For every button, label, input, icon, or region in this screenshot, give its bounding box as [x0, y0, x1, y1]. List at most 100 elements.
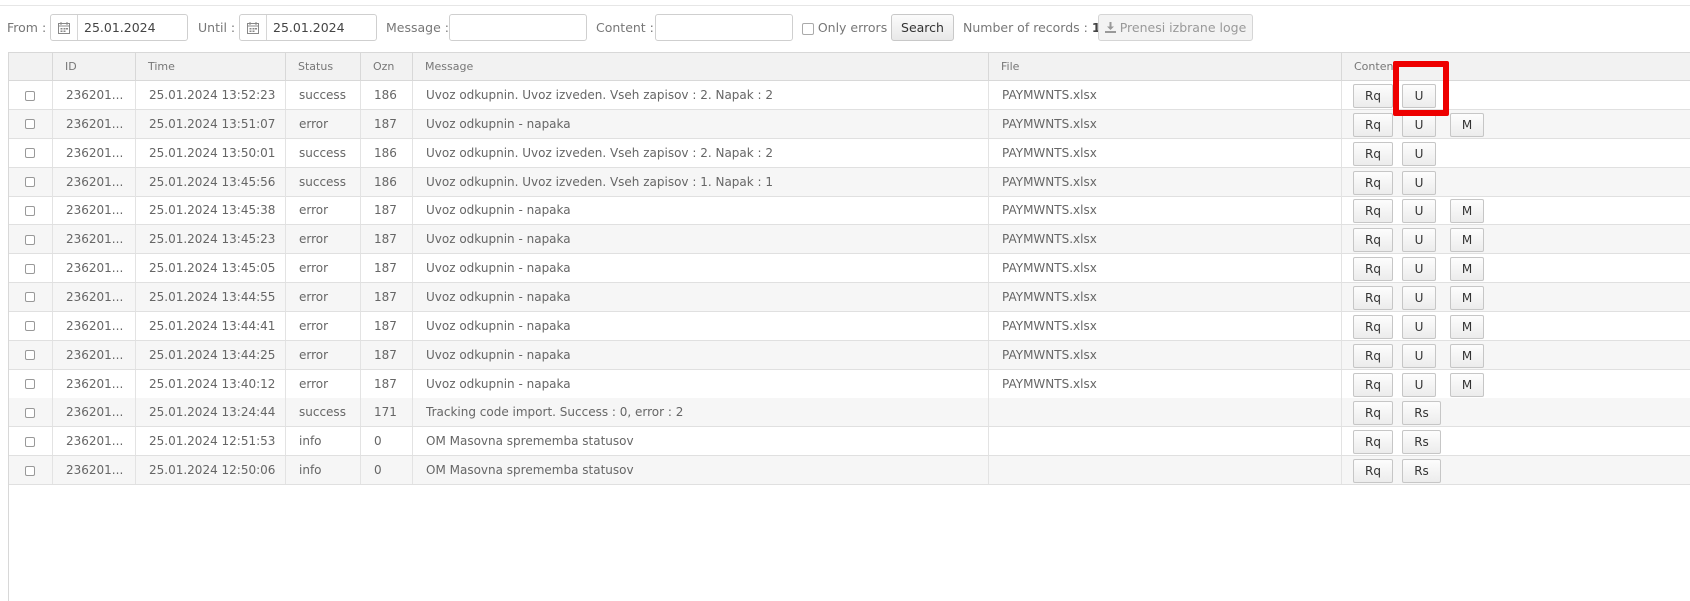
row-select-cell[interactable] — [9, 311, 53, 340]
from-date-field[interactable]: 25.01.2024 — [50, 14, 188, 41]
table-row[interactable]: 236201... 25.01.2024 13:40:12 error 187 Uvoz… — [9, 369, 1690, 399]
content-u-button[interactable]: U — [1402, 141, 1436, 166]
row-select-cell[interactable] — [9, 196, 53, 225]
content-rq-button[interactable]: Rq — [1353, 141, 1393, 166]
row-select-cell[interactable] — [9, 138, 53, 167]
content-rq-button[interactable]: Rq — [1353, 257, 1393, 282]
download-logs-button[interactable]: Prenesi izbrane loge — [1098, 14, 1253, 41]
table-row[interactable]: 236201... 25.01.2024 13:45:38 error 187 Uvoz… — [9, 196, 1690, 226]
row-select-cell[interactable] — [9, 282, 53, 311]
row-select-cell[interactable] — [9, 167, 53, 196]
table-row[interactable]: 236201... 25.01.2024 13:44:25 error 187 Uvoz… — [9, 340, 1690, 370]
message-input[interactable] — [449, 14, 587, 41]
until-date-field[interactable]: 25.01.2024 — [239, 14, 377, 41]
content-m-button[interactable]: M — [1450, 343, 1484, 368]
header-id[interactable]: ID — [53, 53, 136, 80]
row-checkbox[interactable] — [25, 465, 35, 476]
header-message[interactable]: Message — [413, 53, 989, 80]
row-select-cell[interactable] — [9, 398, 53, 427]
from-label: From : — [7, 20, 47, 35]
search-button[interactable]: Search — [891, 14, 954, 41]
content-rq-button[interactable]: Rq — [1353, 459, 1393, 484]
content-u-button[interactable]: U — [1402, 228, 1436, 253]
until-date-value[interactable]: 25.01.2024 — [267, 15, 345, 40]
content-u-button[interactable]: U — [1402, 372, 1436, 397]
row-checkbox[interactable] — [25, 263, 35, 274]
row-select-cell[interactable] — [9, 427, 53, 456]
only-errors-toggle[interactable]: Only errors — [802, 13, 887, 43]
calendar-icon[interactable] — [51, 15, 78, 40]
cell-status: error — [286, 196, 361, 225]
content-rs-button[interactable]: Rs — [1402, 430, 1441, 455]
content-u-button[interactable]: U — [1402, 170, 1436, 195]
content-u-button[interactable]: U — [1402, 285, 1436, 310]
content-rs-button[interactable]: Rs — [1402, 401, 1441, 426]
row-select-cell[interactable] — [9, 456, 53, 485]
content-u-button[interactable]: U — [1402, 314, 1436, 339]
content-rq-button[interactable]: Rq — [1353, 285, 1393, 310]
cell-status: success — [286, 138, 361, 167]
row-checkbox[interactable] — [25, 119, 35, 130]
content-u-button[interactable]: U — [1402, 257, 1436, 282]
content-m-button[interactable]: M — [1450, 285, 1484, 310]
content-rq-button[interactable]: Rq — [1353, 199, 1393, 224]
content-rs-button[interactable]: Rs — [1402, 459, 1441, 484]
content-u-button[interactable]: U — [1402, 343, 1436, 368]
content-m-button[interactable]: M — [1450, 199, 1484, 224]
row-checkbox[interactable] — [25, 407, 35, 418]
row-select-cell[interactable] — [9, 109, 53, 138]
row-select-cell[interactable] — [9, 254, 53, 283]
row-checkbox[interactable] — [25, 205, 35, 216]
content-m-button[interactable]: M — [1450, 112, 1484, 137]
row-checkbox[interactable] — [25, 177, 35, 188]
table-row[interactable]: 236201... 25.01.2024 13:44:41 error 187 Uvoz… — [9, 311, 1690, 341]
row-checkbox[interactable] — [25, 350, 35, 361]
content-rq-button[interactable]: Rq — [1353, 401, 1393, 426]
content-rq-button[interactable]: Rq — [1353, 228, 1393, 253]
row-checkbox[interactable] — [25, 436, 35, 447]
row-select-cell[interactable] — [9, 81, 53, 109]
content-m-button[interactable]: M — [1450, 372, 1484, 397]
cell-time: 25.01.2024 13:24:44 — [136, 398, 286, 427]
content-input[interactable] — [655, 14, 793, 41]
content-rq-button[interactable]: Rq — [1353, 170, 1393, 195]
table-row[interactable]: 236201... 25.01.2024 12:50:06 info 0 OM Maso… — [9, 456, 1690, 486]
header-time[interactable]: Time — [136, 53, 286, 80]
row-checkbox[interactable] — [25, 379, 35, 389]
row-checkbox[interactable] — [25, 148, 35, 159]
content-m-button[interactable]: M — [1450, 314, 1484, 339]
content-rq-button[interactable]: Rq — [1353, 314, 1393, 339]
content-rq-button[interactable]: Rq — [1353, 372, 1393, 397]
table-row[interactable]: 236201... 25.01.2024 13:45:05 error 187 Uvoz… — [9, 254, 1690, 284]
header-status[interactable]: Status — [286, 53, 361, 80]
until-label: Until : — [198, 20, 236, 35]
row-checkbox[interactable] — [25, 292, 35, 303]
row-select-cell[interactable] — [9, 340, 53, 369]
records-count-display: Number of records : 14 — [963, 13, 1109, 43]
header-file[interactable]: File — [989, 53, 1342, 80]
only-errors-checkbox[interactable] — [802, 22, 814, 35]
calendar-icon[interactable] — [240, 15, 267, 40]
header-ozn[interactable]: Ozn — [361, 53, 413, 80]
table-row[interactable]: 236201... 25.01.2024 13:24:44 success 171 Tr… — [9, 398, 1690, 428]
table-row[interactable]: 236201... 25.01.2024 12:51:53 info 0 OM Maso… — [9, 427, 1690, 457]
table-row[interactable]: 236201... 25.01.2024 13:45:56 success 186 Uv… — [9, 167, 1690, 197]
content-u-button[interactable]: U — [1402, 199, 1436, 224]
content-rq-button[interactable]: Rq — [1353, 84, 1393, 108]
content-m-button[interactable]: M — [1450, 257, 1484, 282]
table-row[interactable]: 236201... 25.01.2024 13:44:55 error 187 Uvoz… — [9, 282, 1690, 312]
content-rq-button[interactable]: Rq — [1353, 430, 1393, 455]
row-checkbox[interactable] — [25, 90, 35, 101]
content-m-button[interactable]: M — [1450, 228, 1484, 253]
row-checkbox[interactable] — [25, 234, 35, 245]
highlight-box — [1393, 61, 1449, 116]
content-u-button[interactable]: U — [1402, 112, 1436, 137]
table-row[interactable]: 236201... 25.01.2024 13:45:23 error 187 Uvoz… — [9, 225, 1690, 255]
from-date-value[interactable]: 25.01.2024 — [78, 15, 156, 40]
content-rq-button[interactable]: Rq — [1353, 343, 1393, 368]
row-select-cell[interactable] — [9, 225, 53, 254]
row-select-cell[interactable] — [9, 369, 53, 398]
content-rq-button[interactable]: Rq — [1353, 112, 1393, 137]
row-checkbox[interactable] — [25, 321, 35, 332]
table-row[interactable]: 236201... 25.01.2024 13:50:01 success 186 Uv… — [9, 138, 1690, 168]
